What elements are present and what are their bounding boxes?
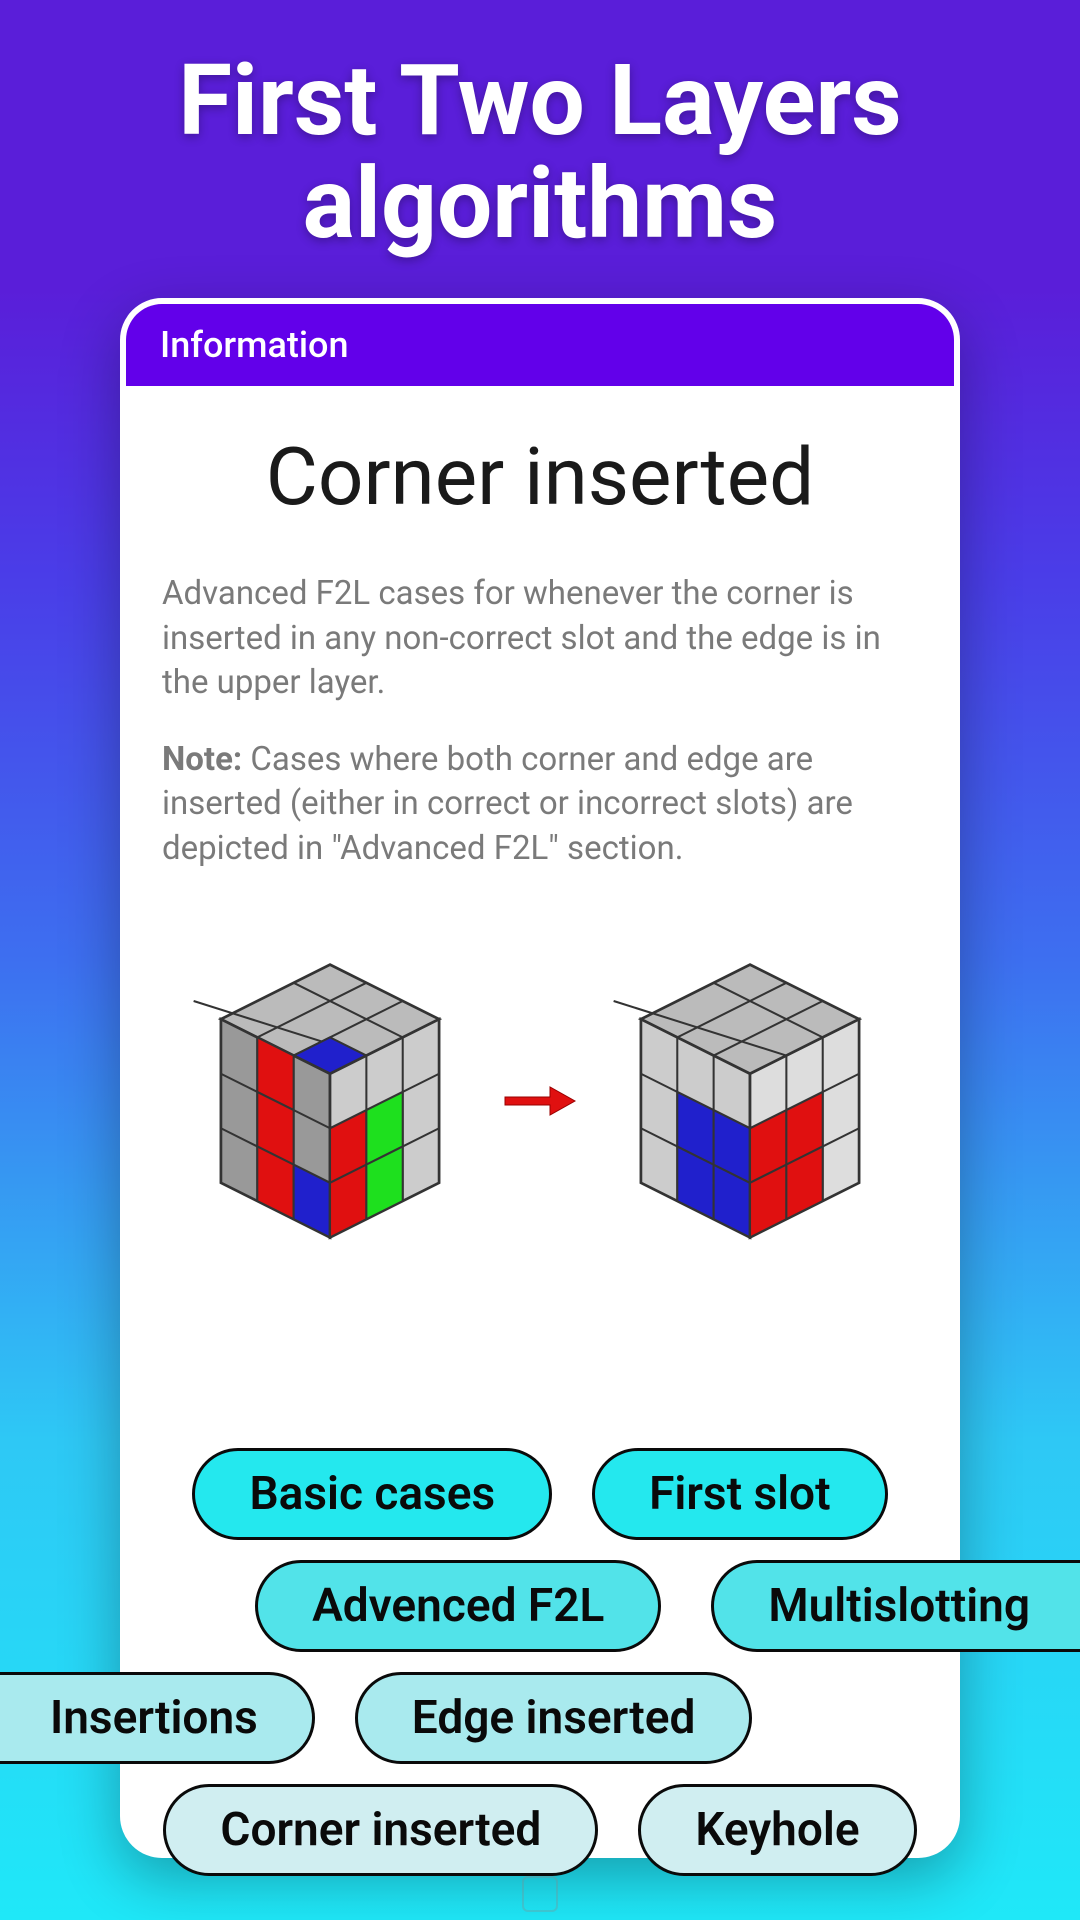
chip-insertions[interactable]: Insertions xyxy=(0,1672,315,1764)
chips-container: Basic cases First slot Advenced F2L Mult… xyxy=(0,1448,1080,1876)
chip-first-slot[interactable]: First slot xyxy=(592,1448,887,1540)
chip-basic-cases[interactable]: Basic cases xyxy=(192,1448,552,1540)
note-label: Note: xyxy=(162,740,242,779)
chip-row-2: Advenced F2L Multislotting xyxy=(0,1560,1080,1652)
cube-before-icon xyxy=(190,951,470,1251)
header-title: Information xyxy=(160,324,349,366)
chip-edge-inserted[interactable]: Edge inserted xyxy=(355,1672,753,1764)
note-text: Cases where both corner and edge are ins… xyxy=(162,740,853,868)
system-nav-icon xyxy=(522,1876,558,1912)
cube-after-icon xyxy=(610,951,890,1251)
content-note: Note: Cases where both corner and edge a… xyxy=(162,738,918,872)
chip-multislotting[interactable]: Multislotting xyxy=(711,1560,1080,1652)
app-header: Information xyxy=(126,304,954,386)
hero-title-line2: algorithms xyxy=(303,146,778,261)
chip-row-3: Insertions Edge inserted xyxy=(0,1672,1080,1764)
cube-diagram xyxy=(162,951,918,1251)
content-description: Advanced F2L cases for whenever the corn… xyxy=(162,572,918,706)
content-area: Corner inserted Advanced F2L cases for w… xyxy=(126,386,954,1295)
chip-advanced-f2l[interactable]: Advenced F2L xyxy=(255,1560,661,1652)
hero-title: First Two Layers algorithms xyxy=(0,0,1080,256)
chip-keyhole[interactable]: Keyhole xyxy=(638,1784,916,1876)
content-title: Corner inserted xyxy=(162,430,918,524)
arrow-right-icon xyxy=(500,1081,580,1121)
chip-row-4: Corner inserted Keyhole xyxy=(0,1784,1080,1876)
chip-row-1: Basic cases First slot xyxy=(0,1448,1080,1540)
chip-corner-inserted[interactable]: Corner inserted xyxy=(163,1784,598,1876)
hero-title-line1: First Two Layers xyxy=(178,43,901,158)
